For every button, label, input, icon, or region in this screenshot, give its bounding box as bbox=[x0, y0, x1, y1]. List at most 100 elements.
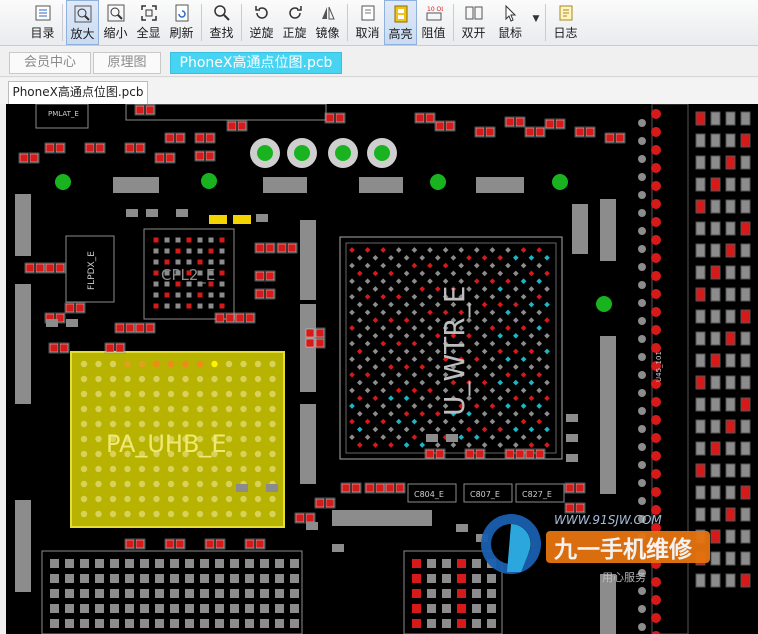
wtr-ball bbox=[372, 379, 379, 386]
bga-ball bbox=[167, 495, 175, 503]
cpl2-pad bbox=[153, 237, 159, 243]
wtr-ball bbox=[505, 434, 511, 441]
cpl2-pad bbox=[197, 303, 203, 309]
zoom-in-button[interactable]: 放大 bbox=[66, 0, 99, 45]
grid-pad bbox=[65, 589, 74, 598]
wtr-ball bbox=[427, 278, 433, 285]
bga-ball bbox=[211, 495, 218, 503]
grid-pad bbox=[200, 559, 209, 568]
smd-pad bbox=[305, 328, 315, 338]
wtr-ball bbox=[544, 379, 550, 386]
grid-pad bbox=[290, 574, 299, 583]
fit-all-button[interactable]: 全显 bbox=[132, 0, 165, 45]
wtr-ball bbox=[395, 247, 402, 253]
mouse-mode-button[interactable]: 鼠标 bbox=[490, 0, 530, 45]
edge-pad bbox=[695, 485, 706, 500]
wtr-ball bbox=[481, 254, 488, 261]
wtr-ball bbox=[380, 418, 387, 425]
bga-ball bbox=[153, 360, 160, 368]
bga-ball bbox=[254, 405, 262, 413]
bga-ball bbox=[269, 360, 276, 368]
edge-pad bbox=[695, 375, 706, 390]
red-via bbox=[651, 271, 661, 281]
tab-member-center[interactable]: 会员中心 bbox=[9, 52, 91, 74]
outline-button[interactable]: 目录 bbox=[26, 0, 59, 45]
cpl2-pad bbox=[208, 303, 214, 309]
tab-schematic[interactable]: 原理图 bbox=[93, 52, 161, 74]
wtr-ball bbox=[544, 364, 550, 370]
wtr-ball bbox=[427, 403, 433, 409]
dual-open-button[interactable]: 双开 bbox=[457, 0, 490, 45]
bga-ball bbox=[196, 390, 204, 398]
document-tab[interactable]: PhoneX高通点位图.pcb bbox=[8, 81, 148, 104]
log-button[interactable]: 日志 bbox=[549, 0, 582, 45]
bga-ball bbox=[95, 510, 102, 518]
wtr-ball bbox=[380, 247, 387, 253]
grid-pad bbox=[230, 589, 239, 598]
bga-ball bbox=[167, 360, 175, 368]
wtr-ball bbox=[364, 418, 371, 425]
wtr-ball bbox=[489, 387, 496, 394]
wtr-ball bbox=[419, 270, 426, 277]
smd-pad bbox=[245, 539, 255, 549]
wtr-ball bbox=[364, 340, 371, 347]
refresh-button[interactable]: 刷新 bbox=[165, 0, 198, 45]
wtr-ball bbox=[536, 278, 543, 285]
zoom-in-icon bbox=[73, 4, 93, 24]
bga-ball bbox=[225, 405, 233, 413]
cpl2-pad bbox=[219, 281, 225, 287]
wtr-ball bbox=[364, 403, 371, 409]
wtr-ball bbox=[356, 364, 363, 370]
wtr-ball bbox=[364, 309, 371, 316]
grid-pad bbox=[155, 589, 164, 598]
rotate-ccw-button[interactable]: 逆旋 bbox=[245, 0, 278, 45]
smd-pad bbox=[295, 513, 305, 523]
rotate-cw-label: 正旋 bbox=[282, 26, 307, 40]
wtr-ball bbox=[442, 262, 449, 269]
bga-ball bbox=[109, 375, 117, 383]
smd-pad bbox=[145, 105, 155, 115]
zoom-out-button[interactable]: 缩小 bbox=[99, 0, 132, 45]
cancel-button[interactable]: 取消 bbox=[351, 0, 384, 45]
wtr-ball bbox=[520, 325, 527, 331]
wtr-ball bbox=[466, 254, 472, 261]
wtr-ball bbox=[536, 356, 543, 363]
wtr-ball bbox=[395, 293, 402, 300]
grid-pad bbox=[427, 559, 436, 568]
mirror-button[interactable]: 镜像 bbox=[311, 0, 344, 45]
cpl2-pad bbox=[175, 292, 181, 298]
wtr-ball bbox=[481, 348, 488, 355]
smd-pad bbox=[315, 498, 325, 508]
mouse-mode-dropdown[interactable]: ▼ bbox=[530, 0, 542, 45]
grid-pad bbox=[80, 574, 89, 583]
edge-pad bbox=[695, 177, 706, 192]
edge-pad bbox=[740, 177, 751, 192]
highlight-button[interactable]: 高亮 bbox=[384, 0, 417, 45]
pcb-canvas[interactable]: PA_UHB_E CPL2_E FLPDX_E PMLAT_E U_WTR_E … bbox=[6, 104, 758, 634]
grid-pad bbox=[110, 589, 119, 598]
wtr-ball bbox=[505, 371, 511, 378]
resistance-button[interactable]: 10 OL 阻值 bbox=[417, 0, 450, 45]
cpl2-pad bbox=[219, 237, 225, 243]
zoom-in-label: 放大 bbox=[70, 27, 95, 41]
wtr-ball bbox=[372, 442, 379, 448]
wtr-ball bbox=[388, 410, 394, 417]
cpl2-pad bbox=[175, 259, 181, 265]
cpl2-pad bbox=[186, 303, 192, 309]
wtr-ball bbox=[388, 442, 394, 448]
edge-pad bbox=[710, 309, 721, 324]
wtr-ball bbox=[388, 270, 394, 277]
edge-pad bbox=[740, 507, 751, 522]
wtr-ball bbox=[544, 426, 550, 433]
rotate-cw-button[interactable]: 正旋 bbox=[278, 0, 311, 45]
toolbar-divider bbox=[545, 4, 546, 41]
wtr-ball bbox=[403, 395, 410, 402]
cpl2-pad bbox=[153, 248, 159, 254]
grid-pad bbox=[50, 559, 59, 568]
tab-pcb-layout[interactable]: PhoneX高通点位图.pcb bbox=[170, 52, 342, 74]
grid-pad bbox=[290, 589, 299, 598]
outline-icon bbox=[33, 3, 53, 23]
wtr-ball bbox=[505, 325, 511, 331]
grid-pad bbox=[275, 574, 284, 583]
search-button[interactable]: 查找 bbox=[205, 0, 238, 45]
